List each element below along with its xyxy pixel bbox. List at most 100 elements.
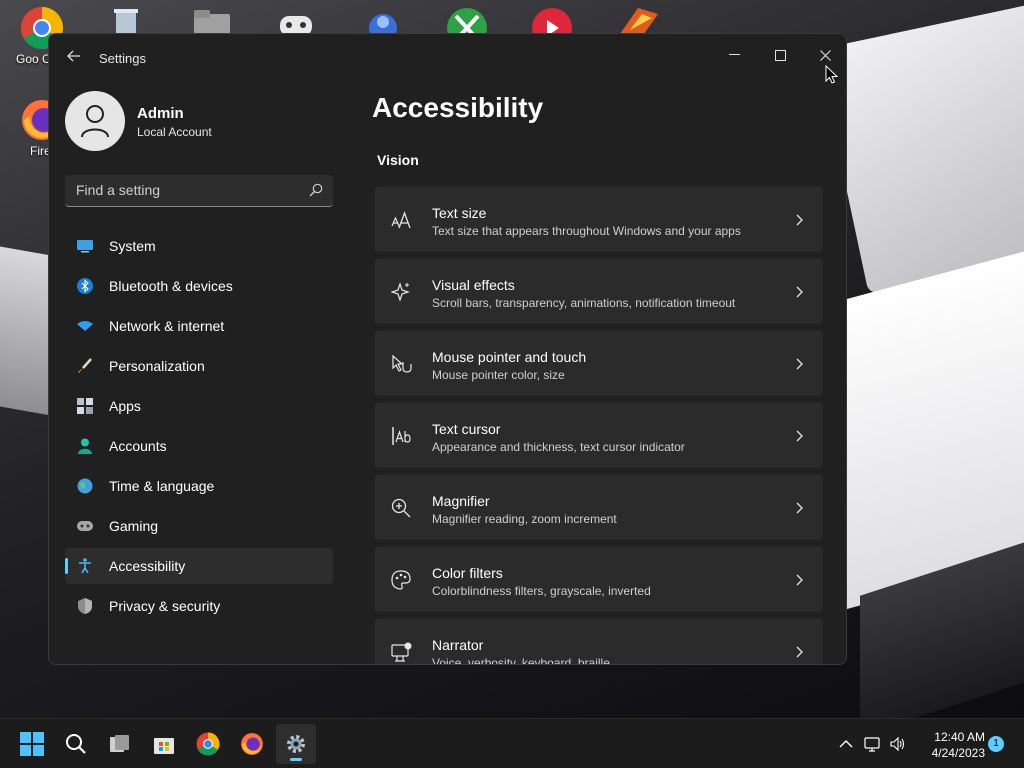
settings-taskbar-button[interactable] [276, 724, 316, 764]
chevron-right-icon [796, 358, 803, 370]
notification-badge[interactable]: 1 [988, 736, 1004, 752]
volume-icon[interactable] [889, 735, 907, 753]
nav-label: Gaming [109, 518, 159, 534]
account-type: Local Account [137, 125, 212, 139]
chevron-right-icon [796, 574, 803, 586]
window-title: Settings [99, 51, 146, 66]
gamepad-icon [77, 521, 93, 531]
search-box[interactable] [65, 175, 333, 207]
nav-label: Apps [109, 398, 141, 414]
game-app-icon[interactable] [614, 4, 662, 36]
xbox-icon[interactable] [446, 6, 488, 36]
card-description: Scroll bars, transparency, animations, n… [432, 296, 736, 310]
card-title: Magnifier [432, 493, 490, 509]
globe-icon [77, 478, 93, 494]
chrome-icon [196, 732, 220, 756]
card-title: Color filters [432, 565, 503, 581]
clock-time: 12:40 AM [934, 730, 985, 744]
card-visual-effects[interactable]: Visual effects Scroll bars, transparency… [374, 258, 823, 324]
bluetooth-icon [77, 278, 93, 294]
magnifier-icon [391, 498, 411, 518]
nav-label: System [109, 238, 156, 254]
chevron-up-icon[interactable] [837, 735, 855, 753]
search-icon [66, 734, 86, 754]
card-title: Visual effects [432, 277, 515, 293]
settings-window: Settings Admin Local Account Find a sett… [48, 33, 847, 665]
gear-icon [287, 735, 305, 753]
user-profile[interactable]: Admin Local Account [65, 91, 345, 151]
chevron-right-icon [796, 214, 803, 226]
text-size-icon [391, 211, 411, 229]
nav-label: Bluetooth & devices [109, 278, 233, 294]
person-avatar-icon [81, 105, 109, 138]
nav-item-network-internet[interactable]: Network & internet [65, 308, 333, 344]
clock-date: 4/24/2023 [931, 746, 985, 760]
recycle-bin-icon[interactable] [108, 6, 144, 36]
nav-label: Accounts [109, 438, 167, 454]
search-input[interactable] [65, 175, 295, 205]
nav-label: Personalization [109, 358, 205, 374]
chevron-right-icon [796, 430, 803, 442]
avatar [65, 91, 125, 151]
maximize-button[interactable] [758, 40, 802, 70]
chrome-taskbar-button[interactable] [188, 724, 228, 764]
nav-label: Time & language [109, 478, 215, 494]
accessibility-icon [79, 558, 91, 574]
pointer-touch-icon [392, 354, 412, 373]
title-bar[interactable]: Settings [49, 34, 846, 82]
clock[interactable]: 12:40 AM 4/24/2023 [915, 730, 985, 760]
mouse-pointer-icon [825, 65, 839, 84]
card-title: Mouse pointer and touch [432, 349, 587, 365]
gamepad-desktop-icon[interactable] [278, 8, 314, 36]
nav-item-personalization[interactable]: Personalization [65, 348, 333, 384]
wallpaper-shape [816, 0, 1024, 295]
folder-icon[interactable] [192, 8, 232, 36]
nav-item-accessibility[interactable]: Accessibility [65, 548, 333, 584]
text-cursor-icon [392, 427, 411, 445]
card-title: Text cursor [432, 421, 501, 437]
card-text-cursor[interactable]: Text cursor Appearance and thickness, te… [374, 402, 823, 468]
settings-card-list: Text size Text size that appears through… [374, 186, 823, 665]
minimize-icon [728, 54, 740, 55]
card-title: Text size [432, 205, 487, 221]
wifi-icon [77, 321, 93, 331]
nav-item-time-language[interactable]: Time & language [65, 468, 333, 504]
app-desktop-icon[interactable] [362, 6, 404, 36]
card-magnifier[interactable]: Magnifier Magnifier reading, zoom increm… [374, 474, 823, 540]
nav-item-gaming[interactable]: Gaming [65, 508, 333, 544]
network-icon[interactable] [864, 735, 882, 753]
narrator-icon [391, 642, 412, 662]
firefox-taskbar-button[interactable] [232, 724, 272, 764]
card-text-size[interactable]: Text size Text size that appears through… [374, 186, 823, 252]
search-icon[interactable] [309, 183, 323, 197]
palette-icon [391, 570, 411, 590]
card-narrator[interactable]: Narrator Voice, verbosity, keyboard, bra… [374, 618, 823, 665]
nav-label: Privacy & security [109, 598, 221, 614]
maximize-icon [774, 49, 786, 61]
card-color-filters[interactable]: Color filters Colorblindness filters, gr… [374, 546, 823, 612]
start-button[interactable] [12, 724, 52, 764]
navigation-pane: System Bluetooth & devices Network & int… [65, 228, 333, 628]
nav-item-bluetooth-devices[interactable]: Bluetooth & devices [65, 268, 333, 304]
card-mouse-pointer-touch[interactable]: Mouse pointer and touch Mouse pointer co… [374, 330, 823, 396]
minimize-button[interactable] [712, 40, 756, 70]
nav-item-privacy-security[interactable]: Privacy & security [65, 588, 333, 624]
task-view-button[interactable] [100, 724, 140, 764]
nav-item-apps[interactable]: Apps [65, 388, 333, 424]
back-arrow-icon [67, 50, 80, 62]
chevron-right-icon [796, 286, 803, 298]
taskbar-search-button[interactable] [56, 724, 96, 764]
back-button[interactable] [63, 48, 85, 68]
youtube-icon[interactable] [530, 6, 574, 36]
card-description: Colorblindness filters, grayscale, inver… [432, 584, 651, 598]
person-icon [78, 438, 92, 454]
card-description: Magnifier reading, zoom increment [432, 512, 617, 526]
apps-icon [77, 398, 93, 414]
page-title: Accessibility [372, 92, 544, 123]
section-heading-vision: Vision [377, 152, 419, 168]
store-button[interactable] [144, 724, 184, 764]
card-description: Voice, verbosity, keyboard, braille [432, 656, 610, 665]
card-title: Narrator [432, 637, 484, 653]
nav-item-accounts[interactable]: Accounts [65, 428, 333, 464]
nav-item-system[interactable]: System [65, 228, 333, 264]
